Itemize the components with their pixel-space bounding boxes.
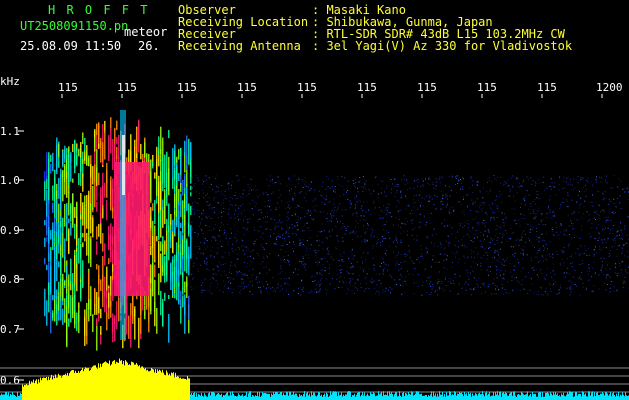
- noise-field: [190, 175, 629, 296]
- meteor-echo: [44, 110, 192, 351]
- power-trace: [0, 358, 629, 400]
- spectrogram-canvas: [0, 94, 629, 400]
- spectrogram-screen: H R O F F T UT2508091150.pn meteor 25.08…: [0, 0, 629, 400]
